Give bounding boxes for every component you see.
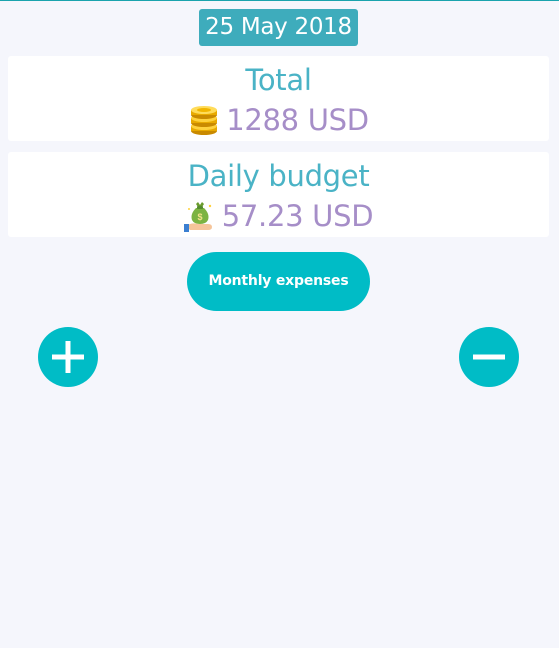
plus-icon: [52, 341, 84, 373]
total-title: Total: [245, 63, 312, 97]
minus-icon: [473, 354, 505, 360]
monthly-expenses-button[interactable]: Monthly expenses: [187, 252, 370, 311]
coins-icon: [188, 104, 220, 136]
svg-text:$: $: [197, 212, 202, 222]
daily-budget-card: Daily budget $ 57.23 USD: [8, 152, 549, 237]
daily-budget-value: 57.23 USD: [221, 199, 374, 233]
add-button[interactable]: [38, 327, 98, 387]
total-value-row: 1288 USD: [8, 101, 549, 139]
total-card: Total 1288 USD: [8, 56, 549, 141]
daily-budget-title: Daily budget: [187, 159, 370, 193]
subtract-button[interactable]: [459, 327, 519, 387]
money-bag-hand-icon: $: [183, 200, 216, 232]
total-value: 1288 USD: [226, 103, 369, 137]
date-label: 25 May 2018: [199, 9, 358, 46]
daily-budget-value-row: $ 57.23 USD: [8, 197, 549, 235]
